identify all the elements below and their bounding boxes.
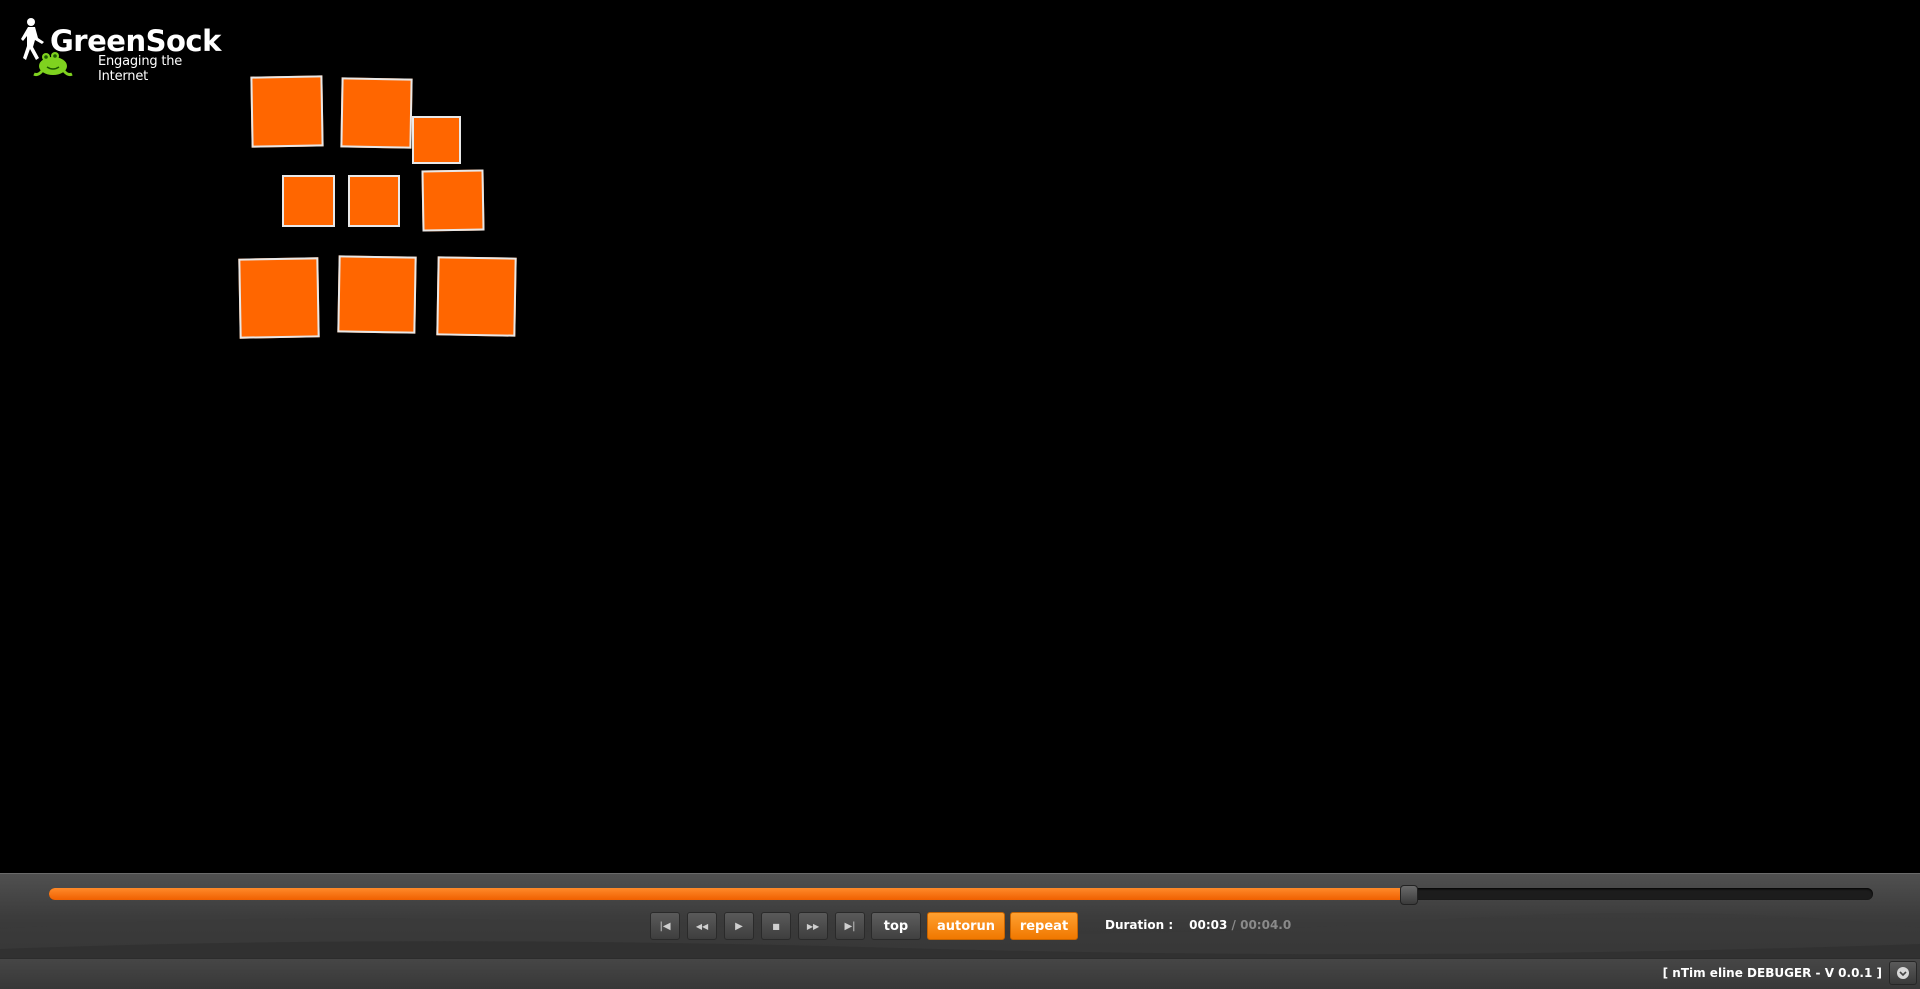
logo-title: GreenSock: [50, 24, 221, 58]
top-button-label: top: [883, 918, 909, 934]
skip-to-start-button[interactable]: |◀: [650, 912, 680, 940]
timeline-scrubber[interactable]: [49, 885, 1873, 905]
fast-forward-icon: ▶▶: [806, 921, 820, 931]
duration-label: Duration :: [1105, 918, 1174, 932]
skip-to-start-icon: |◀: [659, 920, 671, 932]
logo-tagline: Engaging the Internet: [98, 54, 183, 84]
play-button[interactable]: ▶: [724, 912, 754, 940]
chevron-down-circle-icon: [1897, 967, 1909, 979]
stop-icon: ■: [772, 921, 780, 931]
animated-box: [250, 75, 324, 148]
duration-readout: Duration : 00:03 / 00:04.0: [1105, 918, 1291, 932]
timeline-scrub-handle[interactable]: [1399, 885, 1418, 905]
rewind-icon: ◀◀: [695, 921, 709, 931]
play-icon: ▶: [735, 920, 743, 932]
time-separator: /: [1227, 918, 1241, 932]
animated-box: [436, 256, 517, 337]
animated-box: [340, 77, 413, 149]
skip-to-end-button[interactable]: ▶|: [835, 912, 865, 940]
total-time: 00:04.0: [1240, 918, 1292, 932]
timeline-control-bar: |◀ ◀◀ ▶ ■ ▶▶ ▶| top autorun repeat Durat…: [0, 873, 1920, 959]
animated-box: [412, 116, 461, 164]
autorun-label: autorun: [936, 918, 996, 934]
repeat-toggle[interactable]: repeat: [1010, 912, 1078, 940]
animation-stage: GreenSock Engaging the Internet: [0, 0, 1920, 873]
animated-box: [238, 257, 320, 339]
debugger-status-bar: [ nTim eline DEBUGER - V 0.0.1 ]: [0, 958, 1920, 989]
repeat-label: repeat: [1019, 918, 1069, 934]
autorun-toggle[interactable]: autorun: [927, 912, 1005, 940]
current-time: 00:03: [1189, 918, 1228, 932]
stop-button[interactable]: ■: [761, 912, 791, 940]
debugger-version-label: [ nTim eline DEBUGER - V 0.0.1 ]: [1662, 966, 1882, 980]
panel-toggle-button[interactable]: [1889, 961, 1917, 985]
fast-forward-button[interactable]: ▶▶: [798, 912, 828, 940]
animated-box: [421, 169, 485, 232]
animated-box: [348, 175, 400, 227]
top-button[interactable]: top: [871, 912, 921, 940]
skip-to-end-icon: ▶|: [844, 920, 856, 932]
animated-box: [282, 175, 335, 227]
greensock-logo: GreenSock Engaging the Internet: [18, 16, 221, 84]
timeline-progress-fill: [49, 888, 1408, 900]
rewind-button[interactable]: ◀◀: [687, 912, 717, 940]
animated-box: [337, 255, 417, 334]
